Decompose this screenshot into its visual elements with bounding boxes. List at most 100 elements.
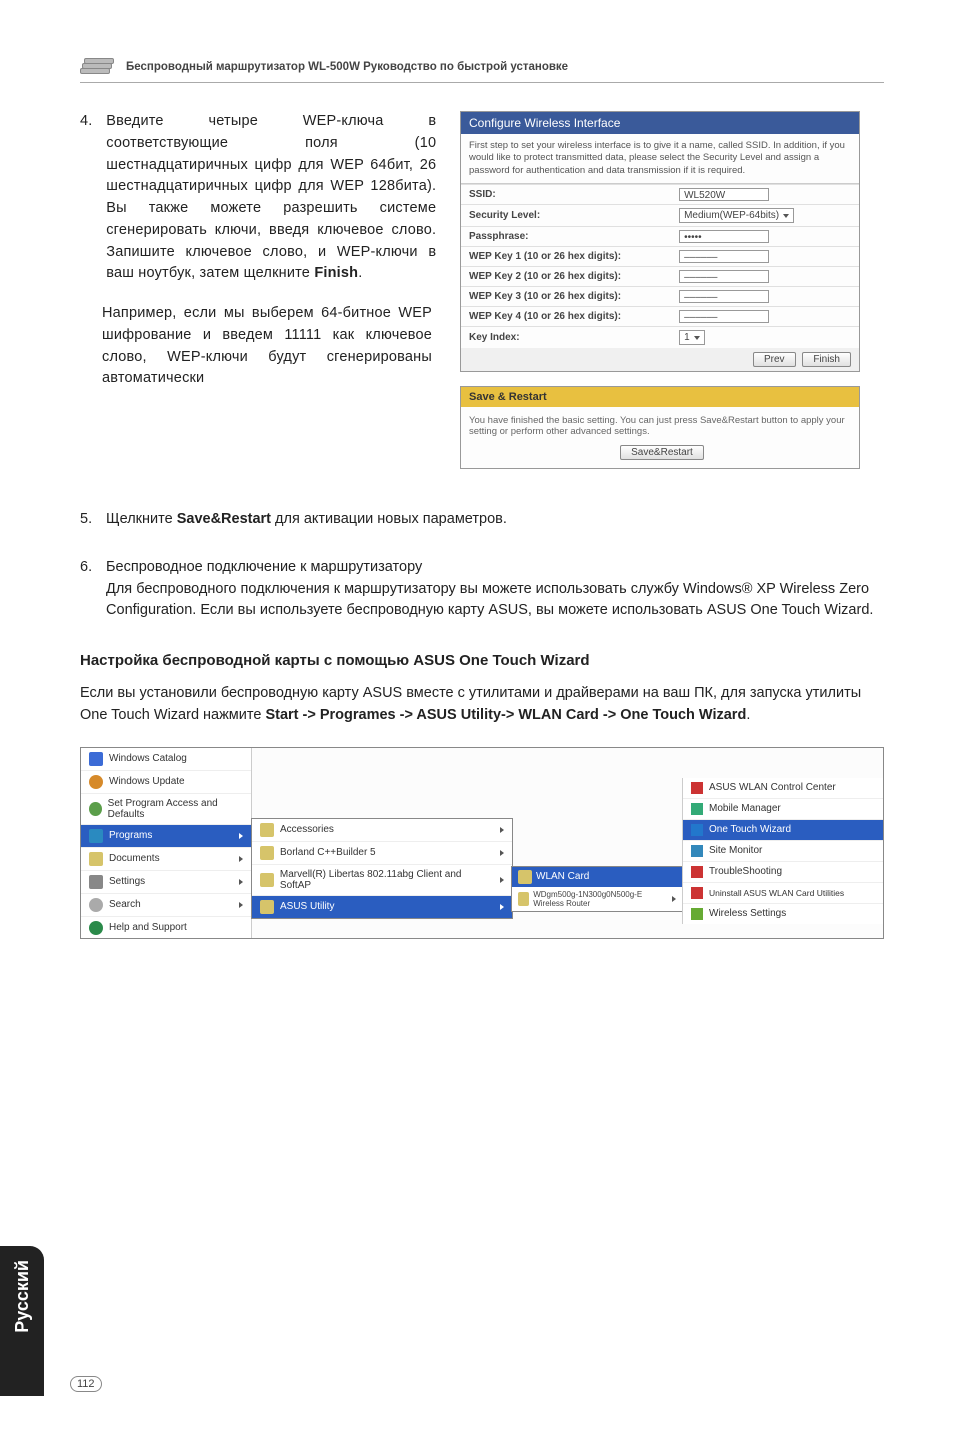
menu-label: Programs	[109, 830, 152, 841]
app-icon	[691, 887, 703, 899]
wep2-input[interactable]: ––––––	[679, 270, 769, 283]
chevron-down-icon	[694, 336, 700, 340]
book-stack-icon	[80, 56, 116, 78]
wep1-input[interactable]: ––––––	[679, 250, 769, 263]
menu-label: Wireless Settings	[709, 908, 786, 919]
language-label: Русский	[12, 1260, 33, 1333]
app-icon	[691, 824, 703, 836]
submenu-wlan-card[interactable]: WLAN Card	[512, 867, 682, 887]
right-item-control-center[interactable]: ASUS WLAN Control Center	[683, 778, 883, 798]
step-4-text1: Введите четыре WEP-ключа в соответствующ…	[106, 113, 436, 281]
settings-icon	[89, 875, 103, 889]
security-select[interactable]: Medium(WEP-64bits)	[679, 208, 794, 223]
programs-icon	[89, 829, 103, 843]
menu-label: Mobile Manager	[709, 803, 781, 814]
step-4-example: Например, если мы выберем 64-битное WEP …	[102, 303, 432, 390]
right-item-troubleshooting[interactable]: TroubleShooting	[683, 861, 883, 882]
language-tab: Русский	[0, 1246, 44, 1396]
passphrase-label: Passphrase:	[469, 231, 679, 242]
panel-note: First step to set your wireless interfac…	[461, 134, 859, 184]
keyindex-select[interactable]: 1	[679, 330, 705, 345]
menu-item-help[interactable]: Help and Support	[81, 916, 251, 939]
step-5-post: для активации новых параметров.	[271, 511, 507, 527]
chevron-right-icon	[672, 896, 676, 902]
menu-item-defaults[interactable]: Set Program Access and Defaults	[81, 793, 251, 824]
defaults-icon	[89, 802, 102, 816]
wlan-card-submenu: ASUS WLAN Control Center Mobile Manager …	[682, 778, 883, 924]
menu-label: Accessories	[280, 824, 334, 835]
page-header: Беспроводный маршрутизатор WL-500W Руков…	[80, 56, 884, 83]
menu-item-search[interactable]: Search	[81, 893, 251, 916]
submenu-borland[interactable]: Borland C++Builder 5	[252, 841, 512, 864]
menu-item-documents[interactable]: Documents	[81, 847, 251, 870]
menu-label: Windows Catalog	[109, 753, 187, 764]
ssid-input[interactable]: WL520W	[679, 188, 769, 201]
start-menu-left-column: Windows Catalog Windows Update Set Progr…	[81, 748, 252, 938]
keyindex-label: Key Index:	[469, 332, 679, 343]
security-value: Medium(WEP-64bits)	[684, 210, 779, 221]
menu-label: WLAN Card	[536, 871, 589, 882]
step-4: 4. Введите четыре WEP-ключа в соответств…	[80, 111, 440, 390]
catalog-icon	[89, 752, 103, 766]
wep4-input[interactable]: ––––––	[679, 310, 769, 323]
menu-label: Marvell(R) Libertas 802.11abg Client and…	[280, 869, 494, 891]
folder-icon	[260, 873, 274, 887]
menu-label: Set Program Access and Defaults	[108, 798, 243, 820]
submenu-asus-utility[interactable]: ASUS Utility	[252, 895, 512, 918]
step-5-number: 5.	[80, 509, 102, 531]
configure-wireless-panel: Configure Wireless Interface First step …	[460, 111, 860, 372]
submenu-accessories[interactable]: Accessories	[252, 819, 512, 841]
security-label: Security Level:	[469, 210, 679, 221]
save-restart-title: Save & Restart	[461, 387, 859, 407]
step-4-body: Введите четыре WEP-ключа в соответствующ…	[106, 111, 436, 285]
chevron-down-icon	[783, 214, 789, 218]
right-item-mobile-manager[interactable]: Mobile Manager	[683, 798, 883, 819]
menu-item-programs[interactable]: Programs	[81, 824, 251, 847]
menu-label: Help and Support	[109, 922, 187, 933]
menu-item-update[interactable]: Windows Update	[81, 770, 251, 793]
submenu-router[interactable]: WDgm500g-1N300g0N500g-E Wireless Router	[512, 887, 682, 911]
chevron-right-icon	[500, 877, 504, 883]
right-item-one-touch-wizard[interactable]: One Touch Wizard	[683, 819, 883, 840]
menu-label: Borland C++Builder 5	[280, 847, 376, 858]
menu-label: ASUS WLAN Control Center	[709, 782, 836, 793]
app-icon	[691, 782, 703, 794]
finish-button[interactable]: Finish	[802, 352, 851, 367]
save-restart-panel: Save & Restart You have finished the bas…	[460, 386, 860, 469]
folder-icon	[518, 892, 529, 906]
menu-label: WDgm500g-1N300g0N500g-E Wireless Router	[533, 890, 668, 908]
step-4-number: 4.	[80, 111, 102, 133]
step-6-number: 6.	[80, 557, 102, 579]
section-heading: Настройка беспроводной карты с помощью A…	[80, 652, 884, 669]
wep1-label: WEP Key 1 (10 or 26 hex digits):	[469, 251, 679, 262]
chevron-right-icon	[239, 856, 243, 862]
panel-footer: Prev Finish	[461, 348, 859, 371]
wep3-input[interactable]: ––––––	[679, 290, 769, 303]
step-5-bold: Save&Restart	[177, 511, 271, 527]
menu-label: TroubleShooting	[709, 866, 782, 877]
step-5-pre: Щелкните	[106, 511, 177, 527]
menu-label: Settings	[109, 876, 145, 887]
menu-item-settings[interactable]: Settings	[81, 870, 251, 893]
documents-icon	[89, 852, 103, 866]
chevron-right-icon	[239, 902, 243, 908]
wizard-paragraph: Если вы установили беспроводную карту AS…	[80, 683, 884, 727]
right-item-uninstall[interactable]: Uninstall ASUS WLAN Card Utilities	[683, 882, 883, 903]
prev-button[interactable]: Prev	[753, 352, 796, 367]
save-restart-button[interactable]: Save&Restart	[620, 445, 704, 460]
chevron-right-icon	[239, 833, 243, 839]
wep4-label: WEP Key 4 (10 or 26 hex digits):	[469, 311, 679, 322]
right-item-site-monitor[interactable]: Site Monitor	[683, 840, 883, 861]
menu-label: Search	[109, 899, 141, 910]
menu-label: Site Monitor	[709, 845, 762, 856]
right-item-wireless-settings[interactable]: Wireless Settings	[683, 903, 883, 924]
passphrase-input[interactable]: •••••	[679, 230, 769, 243]
menu-label: Documents	[109, 853, 160, 864]
folder-icon	[260, 900, 274, 914]
menu-item-catalog[interactable]: Windows Catalog	[81, 748, 251, 770]
chevron-right-icon	[500, 850, 504, 856]
submenu-marvell[interactable]: Marvell(R) Libertas 802.11abg Client and…	[252, 864, 512, 895]
update-icon	[89, 775, 103, 789]
help-icon	[89, 921, 103, 935]
chevron-right-icon	[500, 904, 504, 910]
